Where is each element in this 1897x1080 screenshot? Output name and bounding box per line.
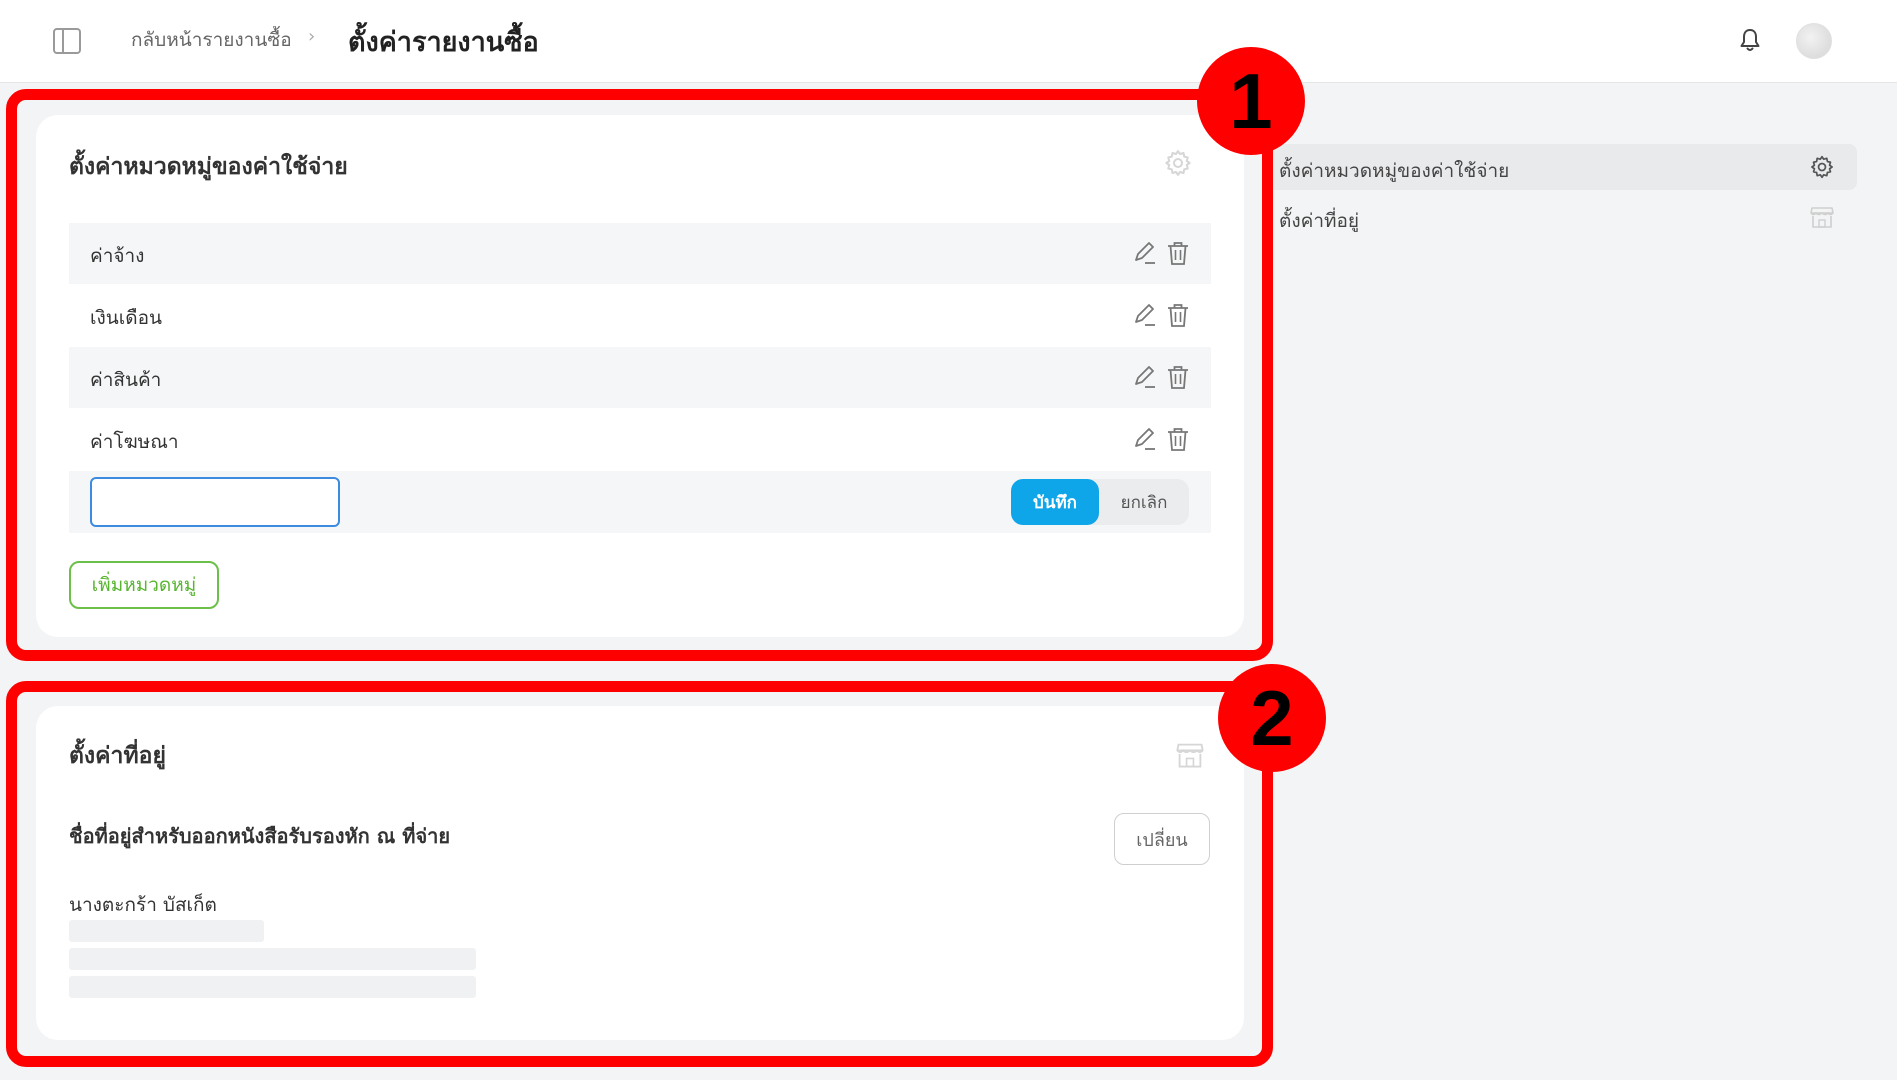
page-title: ตั้งค่ารายงานซื้อ xyxy=(348,27,539,58)
store-icon xyxy=(1810,207,1834,228)
breadcrumb-back-link[interactable]: กลับหน้ารายงานซื้อ xyxy=(131,25,292,55)
gear-icon xyxy=(1811,155,1833,179)
sidebar-toggle-icon[interactable] xyxy=(53,28,81,54)
annotation-frame-1 xyxy=(6,89,1273,661)
avatar[interactable] xyxy=(1796,23,1832,59)
annotation-frame-2 xyxy=(6,681,1273,1067)
annotation-badge-2: 2 xyxy=(1218,664,1326,772)
bell-icon[interactable] xyxy=(1738,27,1762,53)
right-nav-item-expense-categories[interactable]: ตั้งค่าหมวดหมู่ของค่าใช้จ่าย xyxy=(1264,144,1857,190)
right-nav-label: ตั้งค่าหมวดหมู่ของค่าใช้จ่าย xyxy=(1279,160,1510,182)
right-nav-label: ตั้งค่าที่อยู่ xyxy=(1279,210,1360,232)
right-nav-item-address[interactable]: ตั้งค่าที่อยู่ xyxy=(1264,194,1857,240)
breadcrumb-separator: › xyxy=(308,26,316,47)
annotation-badge-1: 1 xyxy=(1197,47,1305,155)
top-bar: กลับหน้ารายงานซื้อ › ตั้งค่ารายงานซื้อ xyxy=(0,0,1897,83)
